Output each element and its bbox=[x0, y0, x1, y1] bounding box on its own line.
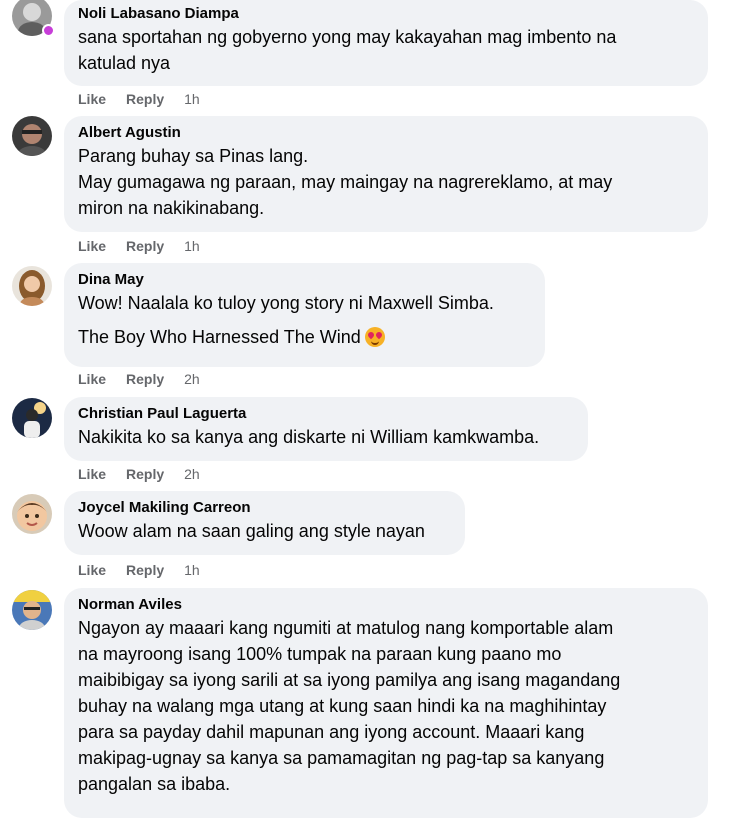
avatar[interactable] bbox=[12, 494, 52, 534]
comment-bubble: Albert Agustin Parang buhay sa Pinas lan… bbox=[64, 116, 708, 232]
like-button[interactable]: Like bbox=[78, 465, 106, 483]
comment-text: Ngayon ay maaari kang ngumiti at matulog… bbox=[78, 618, 621, 794]
comment-bubble: Norman Aviles Ngayon ay maaari kang ngum… bbox=[64, 588, 708, 818]
reply-button[interactable]: Reply bbox=[126, 370, 164, 388]
comment-author[interactable]: Albert Agustin bbox=[78, 123, 694, 143]
heart-eyes-emoji-icon bbox=[364, 327, 385, 347]
like-button[interactable]: Like bbox=[78, 561, 106, 579]
avatar[interactable] bbox=[12, 398, 52, 438]
comment-timestamp[interactable]: 2h bbox=[184, 370, 200, 388]
comment-actions: Like Reply 1h bbox=[78, 237, 200, 255]
reply-button[interactable]: Reply bbox=[126, 465, 164, 483]
comment-text: sana sportahan ng gobyerno yong may kaka… bbox=[78, 27, 617, 73]
comment-actions: Like Reply 1h bbox=[78, 90, 200, 108]
comment-bubble: Dina May Wow! Naalala ko tuloy yong stor… bbox=[64, 263, 545, 367]
comment-timestamp[interactable]: 2h bbox=[184, 465, 200, 483]
online-status-icon bbox=[42, 24, 55, 37]
comment-text: Woow alam na saan galing ang style nayan bbox=[78, 521, 425, 541]
reply-button[interactable]: Reply bbox=[126, 90, 164, 108]
comment-bubble: Joycel Makiling Carreon Woow alam na saa… bbox=[64, 491, 465, 555]
avatar[interactable] bbox=[12, 590, 52, 630]
comment-timestamp[interactable]: 1h bbox=[184, 237, 200, 255]
comment-author[interactable]: Dina May bbox=[78, 270, 531, 290]
reply-button[interactable]: Reply bbox=[126, 237, 164, 255]
like-button[interactable]: Like bbox=[78, 237, 106, 255]
comment-text: Nakikita ko sa kanya ang diskarte ni Wil… bbox=[78, 427, 540, 447]
comment-timestamp[interactable]: 1h bbox=[184, 561, 200, 579]
comment-actions: Like Reply 1h bbox=[78, 561, 200, 579]
comment-actions: Like Reply 2h bbox=[78, 465, 200, 483]
comment-text: The Boy Who Harnessed The Wind bbox=[78, 324, 531, 350]
comment-bubble: Christian Paul Laguerta Nakikita ko sa k… bbox=[64, 397, 588, 461]
comment-author[interactable]: Joycel Makiling Carreon bbox=[78, 498, 451, 518]
comment-actions: Like Reply 2h bbox=[78, 370, 200, 388]
comment-author[interactable]: Christian Paul Laguerta bbox=[78, 404, 574, 424]
reply-button[interactable]: Reply bbox=[126, 561, 164, 579]
avatar[interactable] bbox=[12, 116, 52, 156]
comment-text: Parang buhay sa Pinas lang. May gumagawa… bbox=[78, 146, 613, 218]
comment-text: Wow! Naalala ko tuloy yong story ni Maxw… bbox=[78, 293, 494, 313]
comment-bubble: Noli Labasano Diampa sana sportahan ng g… bbox=[64, 0, 708, 86]
comment-text-line: The Boy Who Harnessed The Wind bbox=[78, 327, 361, 347]
comment-timestamp[interactable]: 1h bbox=[184, 90, 200, 108]
like-button[interactable]: Like bbox=[78, 90, 106, 108]
comment-author[interactable]: Noli Labasano Diampa bbox=[78, 4, 694, 24]
like-button[interactable]: Like bbox=[78, 370, 106, 388]
avatar[interactable] bbox=[12, 266, 52, 306]
comment-author[interactable]: Norman Aviles bbox=[78, 595, 694, 615]
